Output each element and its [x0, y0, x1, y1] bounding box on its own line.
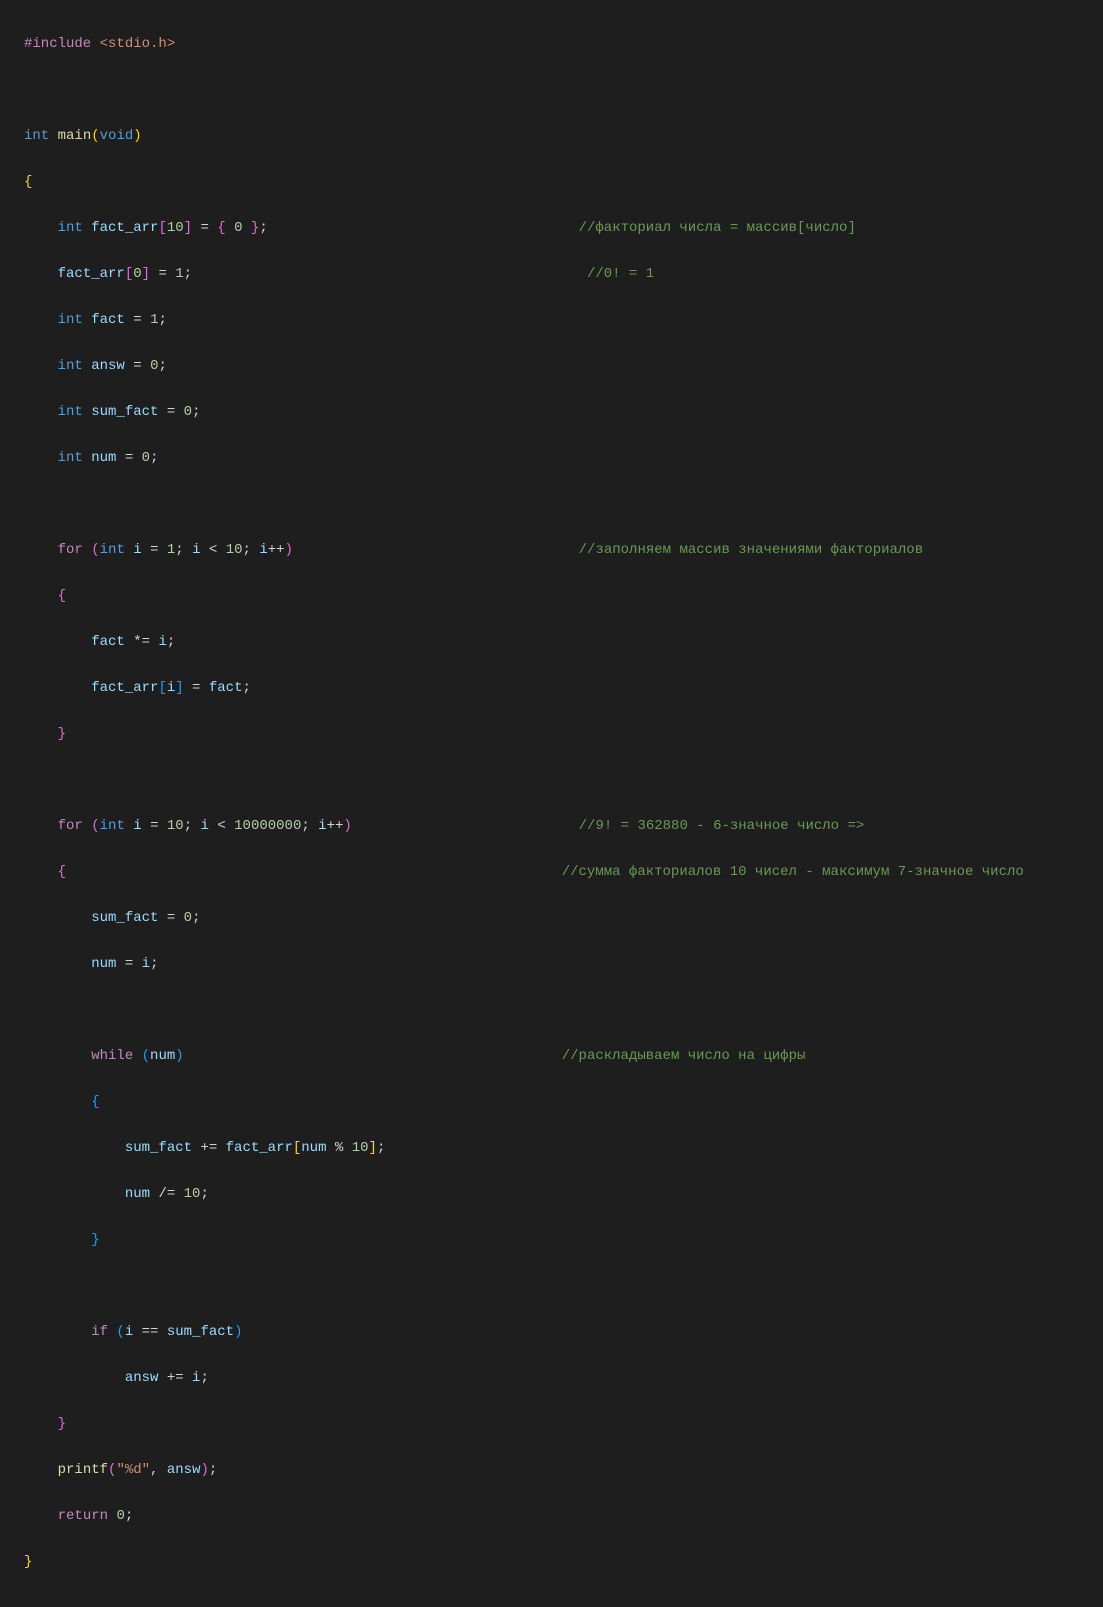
code-line: num /= 10; [24, 1183, 1103, 1206]
code-line: } [24, 1413, 1103, 1436]
code-line: } [24, 723, 1103, 746]
code-line: num = i; [24, 953, 1103, 976]
code-line: int fact_arr[10] = { 0 }; //факториал чи… [24, 217, 1103, 240]
code-line: { [24, 171, 1103, 194]
code-line: sum_fact = 0; [24, 907, 1103, 930]
code-line: fact_arr[i] = fact; [24, 677, 1103, 700]
code-line [24, 999, 1103, 1022]
code-line: } [24, 1229, 1103, 1252]
code-line: fact_arr[0] = 1; //0! = 1 [24, 263, 1103, 286]
code-line: int num = 0; [24, 447, 1103, 470]
code-line: return 0; [24, 1505, 1103, 1528]
code-line: int main(void) [24, 125, 1103, 148]
code-line [24, 493, 1103, 516]
code-line: #include <stdio.h> [24, 33, 1103, 56]
code-line: if (i == sum_fact) [24, 1321, 1103, 1344]
code-line: printf("%d", answ); [24, 1459, 1103, 1482]
code-editor[interactable]: #include <stdio.h> int main(void) { int … [0, 0, 1103, 1607]
code-line [24, 79, 1103, 102]
code-line: sum_fact += fact_arr[num % 10]; [24, 1137, 1103, 1160]
code-line [24, 769, 1103, 792]
code-line: { [24, 585, 1103, 608]
code-line: int answ = 0; [24, 355, 1103, 378]
code-line: fact *= i; [24, 631, 1103, 654]
code-line: answ += i; [24, 1367, 1103, 1390]
code-line: } [24, 1551, 1103, 1574]
code-line: { [24, 1091, 1103, 1114]
code-line [24, 1275, 1103, 1298]
code-line: for (int i = 1; i < 10; i++) //заполняем… [24, 539, 1103, 562]
code-line: int sum_fact = 0; [24, 401, 1103, 424]
code-line: while (num) //раскладываем число на цифр… [24, 1045, 1103, 1068]
code-line: { //сумма факториалов 10 чисел - максиму… [24, 861, 1103, 884]
code-line: int fact = 1; [24, 309, 1103, 332]
